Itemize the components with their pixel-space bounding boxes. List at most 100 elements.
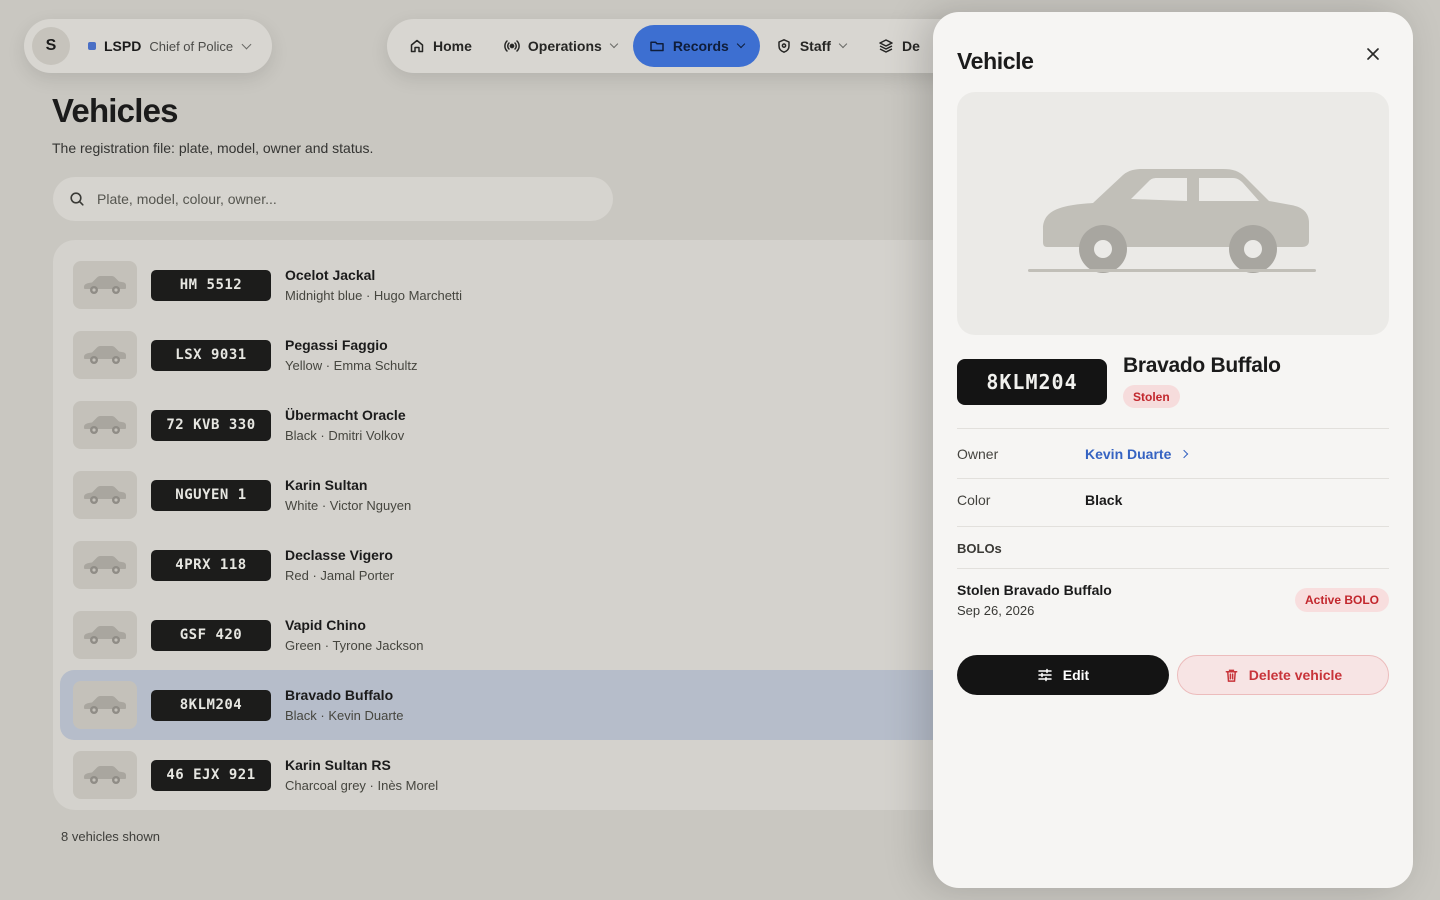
- vehicle-model: Declasse Vigero: [285, 547, 393, 563]
- vehicle-info: Übermacht Oracle Black · Dmitri Volkov: [285, 407, 406, 443]
- vehicle-model: Vapid Chino: [285, 617, 366, 633]
- nav-operations[interactable]: Operations: [488, 25, 633, 67]
- page-title: Vehicles: [52, 92, 179, 129]
- car-icon: [84, 766, 126, 784]
- vehicle-description: Yellow · Emma Schultz: [285, 358, 418, 373]
- vehicle-thumbnail: [73, 681, 137, 729]
- vehicle-description: Black · Kevin Duarte: [285, 708, 404, 723]
- car-icon: [84, 416, 126, 434]
- close-button[interactable]: [1357, 38, 1389, 70]
- org-status-dot: [88, 42, 96, 50]
- license-plate: 46 EJX 921: [151, 759, 271, 791]
- org-switcher[interactable]: S LSPD Chief of Police: [24, 19, 272, 73]
- nav-records[interactable]: Records: [632, 25, 760, 67]
- license-plate: NGUYEN 1: [151, 479, 271, 511]
- car-icon: [84, 626, 126, 644]
- trash-icon: [1225, 669, 1238, 682]
- car-icon: [84, 696, 126, 714]
- chevron-down-icon: [609, 39, 619, 49]
- folder-icon: [650, 41, 664, 52]
- org-role: Chief of Police: [149, 38, 234, 54]
- vehicle-info: Bravado Buffalo Black · Kevin Duarte: [285, 687, 404, 723]
- vehicle-description: Green · Tyrone Jackson: [285, 638, 424, 653]
- car-icon: [84, 556, 126, 574]
- vehicle-model: Karin Sultan RS: [285, 757, 391, 773]
- vehicle-model: Pegassi Faggio: [285, 337, 388, 353]
- bolos-heading: BOLOs: [957, 541, 1002, 556]
- layers-icon: [879, 39, 893, 53]
- license-plate: 4PRX 118: [151, 549, 271, 581]
- divider: [957, 478, 1389, 479]
- vehicle-info: Declasse Vigero Red · Jamal Porter: [285, 547, 394, 583]
- nav-staff[interactable]: Staff: [760, 25, 862, 67]
- vehicle-detail-drawer: Vehicle 8KLM204 Bravado Buffalo Stolen O…: [933, 12, 1413, 888]
- vehicle-description: Black · Dmitri Volkov: [285, 428, 405, 443]
- vehicle-info: Pegassi Faggio Yellow · Emma Schultz: [285, 337, 417, 373]
- nav-home[interactable]: Home: [393, 25, 488, 67]
- chevron-right-icon: [1180, 449, 1189, 459]
- org-name: LSPD: [104, 38, 142, 54]
- bolo-date: Sep 26, 2026: [957, 603, 1035, 618]
- divider: [957, 568, 1389, 569]
- car-icon: [84, 346, 126, 364]
- license-plate: HM 5512: [151, 269, 271, 301]
- owner-label: Owner: [957, 446, 999, 462]
- radio-icon: [504, 40, 520, 52]
- bolo-status-badge: Active BOLO: [1294, 588, 1389, 612]
- vehicle-info: Karin Sultan RS Charcoal grey · Inès More…: [285, 757, 438, 793]
- vehicle-model: Karin Sultan: [285, 477, 368, 493]
- home-icon: [410, 39, 424, 53]
- vehicle-info: Ocelot Jackal Midnight blue · Hugo Marche…: [285, 267, 462, 303]
- edit-button[interactable]: Edit: [957, 655, 1169, 695]
- vehicle-description: Midnight blue · Hugo Marchetti: [285, 288, 463, 303]
- close-icon: [1367, 48, 1379, 60]
- search-bar[interactable]: [53, 177, 613, 221]
- owner-name: Kevin Duarte: [1085, 446, 1172, 462]
- license-plate: GSF 420: [151, 619, 271, 651]
- divider: [957, 526, 1389, 527]
- car-icon: [84, 276, 126, 294]
- search-input[interactable]: [97, 191, 577, 207]
- car-icon: [1028, 168, 1316, 273]
- nav-records-label: Records: [672, 38, 729, 54]
- vehicle-info: Vapid Chino Green · Tyrone Jackson: [285, 617, 424, 653]
- vehicle-thumbnail: [73, 611, 137, 659]
- vehicle-model: Ocelot Jackal: [285, 267, 376, 283]
- shield-icon: [778, 39, 790, 53]
- nav-home-label: Home: [433, 38, 472, 54]
- drawer-title: Vehicle: [957, 48, 1034, 74]
- avatar[interactable]: S: [32, 27, 70, 65]
- divider: [957, 428, 1389, 429]
- vehicle-thumbnail: [73, 331, 137, 379]
- vehicle-thumbnail: [73, 401, 137, 449]
- sliders-icon: [1038, 668, 1052, 682]
- license-plate: 8KLM204: [957, 359, 1107, 405]
- vehicle-model: Bravado Buffalo: [285, 687, 394, 703]
- car-icon: [84, 486, 126, 504]
- vehicle-model: Bravado Buffalo: [1123, 354, 1281, 377]
- vehicle-model: Übermacht Oracle: [285, 407, 406, 423]
- vehicle-description: Charcoal grey · Inès Morel: [285, 778, 439, 793]
- vehicle-description: White · Victor Nguyen: [285, 498, 412, 513]
- vehicle-description: Red · Jamal Porter: [285, 568, 395, 583]
- color-label: Color: [957, 492, 991, 508]
- vehicle-thumbnail: [73, 471, 137, 519]
- search-icon: [70, 192, 84, 206]
- owner-link[interactable]: Kevin Duarte: [1085, 446, 1189, 462]
- edit-button-label: Edit: [1062, 667, 1090, 683]
- nav-departments[interactable]: De: [862, 25, 936, 67]
- main-nav: Home Operations Records Staff De: [387, 19, 987, 73]
- nav-staff-label: Staff: [799, 38, 831, 54]
- bolo-title[interactable]: Stolen Bravado Buffalo: [957, 582, 1112, 598]
- license-plate: 8KLM204: [151, 689, 271, 721]
- vehicle-info: Karin Sultan White · Victor Nguyen: [285, 477, 411, 513]
- license-plate: 72 KVB 330: [151, 409, 271, 441]
- chevron-down-icon: [736, 39, 746, 49]
- delete-vehicle-button[interactable]: Delete vehicle: [1177, 655, 1389, 695]
- nav-departments-label: De: [901, 38, 920, 54]
- chevron-down-icon: [241, 39, 252, 49]
- vehicle-thumbnail: [73, 261, 137, 309]
- license-plate: LSX 9031: [151, 339, 271, 371]
- nav-operations-label: Operations: [527, 38, 602, 54]
- chevron-down-icon: [838, 39, 848, 49]
